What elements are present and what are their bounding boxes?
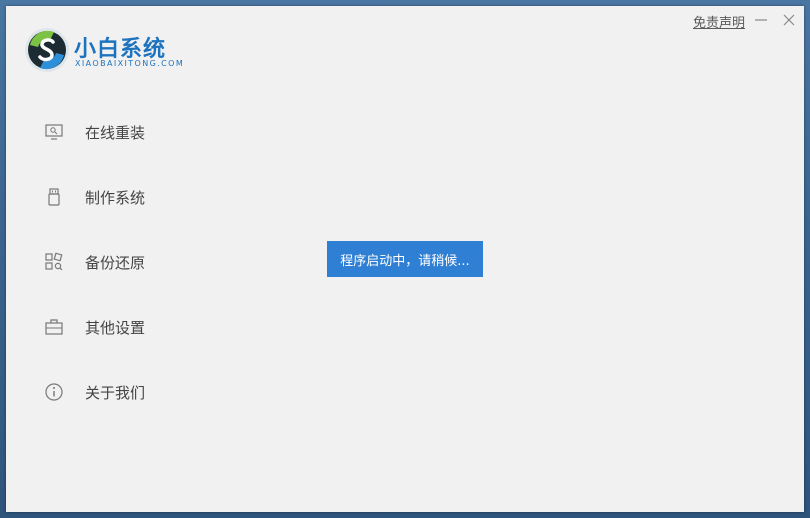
sidebar-item-online-reinstall[interactable]: 在线重装 bbox=[6, 101, 226, 166]
sidebar-item-backup-restore[interactable]: 备份还原 bbox=[6, 231, 226, 296]
sidebar-item-label: 在线重装 bbox=[85, 124, 146, 142]
usb-drive-icon bbox=[48, 188, 60, 206]
monitor-icon bbox=[45, 124, 63, 140]
sidebar-item-about-us[interactable]: 关于我们 bbox=[6, 361, 226, 426]
sidebar-item-make-system[interactable]: 制作系统 bbox=[6, 166, 226, 231]
app-logo: 小白系统 XIAOBAIXITONG.COM bbox=[24, 27, 194, 75]
sidebar-nav: 在线重装 制作系统 备份还原 其他设置 关于我们 bbox=[6, 101, 226, 426]
app-window: 小白系统 XIAOBAIXITONG.COM 免责声明 在线重装 制作系统 备份… bbox=[6, 6, 804, 512]
close-icon bbox=[783, 14, 795, 26]
disclaimer-link[interactable]: 免责声明 bbox=[693, 12, 745, 31]
info-icon bbox=[45, 383, 63, 401]
sidebar-item-label: 备份还原 bbox=[85, 254, 146, 272]
sidebar-item-other-settings[interactable]: 其他设置 bbox=[6, 296, 226, 361]
minimize-button[interactable] bbox=[752, 11, 770, 29]
logo-icon bbox=[25, 28, 69, 72]
sidebar-item-label: 制作系统 bbox=[85, 189, 146, 207]
close-button[interactable] bbox=[780, 11, 798, 29]
sidebar-item-label: 关于我们 bbox=[85, 384, 146, 402]
sidebar-item-label: 其他设置 bbox=[85, 319, 146, 337]
app-subtitle: XIAOBAIXITONG.COM bbox=[75, 59, 185, 68]
backup-grid-icon bbox=[45, 252, 63, 271]
loading-toast: 程序启动中，请稍候... bbox=[327, 241, 483, 277]
toolbox-icon bbox=[45, 319, 63, 335]
minimize-icon bbox=[755, 19, 767, 21]
